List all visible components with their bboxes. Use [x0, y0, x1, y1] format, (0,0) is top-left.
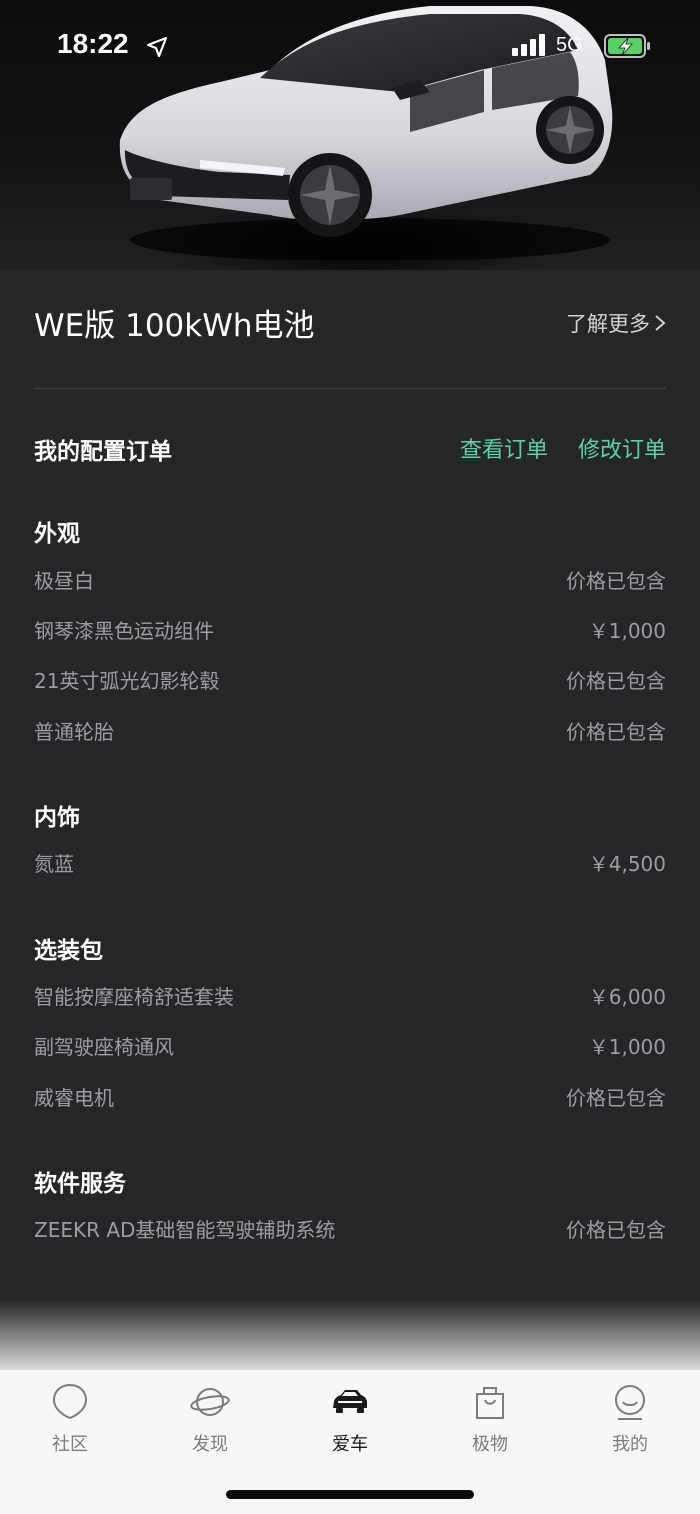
tab-label: 发现 [192, 1434, 228, 1455]
chevron-right-icon [655, 315, 666, 331]
model-row: WE版 100kWh电池 了解更多 [34, 300, 666, 344]
tab-label: 极物 [472, 1434, 508, 1455]
config-item-name: 智能按摩座椅舒适套装 [34, 985, 234, 1009]
car-icon [333, 1390, 367, 1413]
config-item-price: 价格已包含 [566, 1218, 666, 1242]
signal-icon [512, 34, 545, 56]
network-type: 5G [556, 34, 583, 56]
config-item-price: 价格已包含 [566, 669, 666, 693]
config-item: ZEEKR AD基础智能驾驶辅助系统 价格已包含 [34, 1214, 666, 1244]
order-header: 我的配置订单 查看订单 修改订单 [34, 432, 666, 468]
config-item-price: 价格已包含 [566, 1086, 666, 1110]
tab-label: 社区 [52, 1434, 88, 1455]
config-item-price: ￥6,000 [588, 985, 666, 1009]
divider [34, 388, 666, 389]
config-item-price: 价格已包含 [566, 720, 666, 744]
scroll-fade [0, 1300, 700, 1380]
config-item: 副驾驶座椅通风 ￥1,000 [34, 1031, 666, 1061]
modify-order-button[interactable]: 修改订单 [578, 432, 666, 464]
config-item: 威睿电机 价格已包含 [34, 1082, 666, 1112]
tab-my-car[interactable]: 爱车 [300, 1382, 400, 1462]
status-bar: 18:22 5G [0, 0, 700, 92]
status-time: 18:22 [57, 28, 129, 59]
config-item-name: 氮蓝 [34, 852, 74, 876]
tab-label: 我的 [612, 1434, 648, 1455]
section-title-interior: 内饰 [34, 805, 80, 831]
planet-icon [190, 1388, 230, 1416]
config-item: 智能按摩座椅舒适套装 ￥6,000 [34, 981, 666, 1011]
config-item-name: ZEEKR AD基础智能驾驶辅助系统 [34, 1218, 336, 1242]
config-item: 21英寸弧光幻影轮毂 价格已包含 [34, 665, 666, 695]
section-title-exterior: 外观 [34, 521, 80, 547]
learn-more-label: 了解更多 [566, 312, 650, 336]
config-item: 极昼白 价格已包含 [34, 565, 666, 595]
config-item-name: 极昼白 [34, 569, 94, 593]
config-item: 氮蓝 ￥4,500 [34, 848, 666, 878]
config-item-name: 钢琴漆黑色运动组件 [34, 619, 214, 643]
config-item-price: 价格已包含 [566, 569, 666, 593]
model-title: WE版 100kWh电池 [34, 308, 315, 344]
view-order-button[interactable]: 查看订单 [460, 432, 548, 464]
tab-label: 爱车 [332, 1434, 368, 1455]
config-item-name: 副驾驶座椅通风 [34, 1035, 174, 1059]
profile-icon [615, 1385, 645, 1420]
vehicle-hero: 18:22 5G [0, 0, 700, 270]
home-indicator[interactable] [226, 1490, 474, 1499]
config-item: 钢琴漆黑色运动组件 ￥1,000 [34, 615, 666, 645]
location-arrow-icon [146, 36, 168, 58]
tab-community[interactable]: 社区 [20, 1382, 120, 1462]
section-title-packages: 选装包 [34, 938, 103, 964]
tab-profile[interactable]: 我的 [580, 1382, 680, 1462]
config-item-price: ￥4,500 [588, 852, 666, 876]
section-title-software: 软件服务 [34, 1171, 126, 1197]
learn-more-link[interactable]: 了解更多 [566, 308, 666, 338]
config-item: 普通轮胎 价格已包含 [34, 716, 666, 746]
order-actions: 查看订单 修改订单 [460, 432, 666, 464]
community-icon [52, 1383, 88, 1420]
config-item-name: 21英寸弧光幻影轮毂 [34, 669, 220, 693]
config-item-price: ￥1,000 [588, 619, 666, 643]
config-item-price: ￥1,000 [588, 1035, 666, 1059]
order-title: 我的配置订单 [34, 439, 172, 465]
config-item-name: 威睿电机 [34, 1086, 114, 1110]
config-item-name: 普通轮胎 [34, 720, 114, 744]
shopping-bag-icon [476, 1387, 504, 1419]
tab-discover[interactable]: 发现 [160, 1382, 260, 1462]
tab-shop[interactable]: 极物 [440, 1382, 540, 1462]
battery-charging-icon [604, 34, 650, 58]
